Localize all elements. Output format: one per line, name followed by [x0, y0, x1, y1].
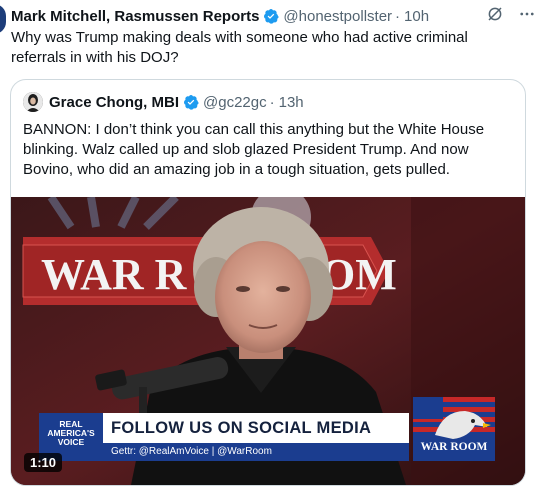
- war-room-badge-text: WAR ROOM: [420, 441, 488, 453]
- quoted-handle[interactable]: @gc22gc: [203, 94, 267, 111]
- video-player[interactable]: WAR R OM REAL AMERICA'S VOICE FOLLOW US …: [11, 197, 525, 485]
- backdrop-sign-text: WAR R: [41, 250, 188, 299]
- lower-third-subline: Gettr: @RealAmVoice | @WarRoom: [111, 446, 272, 457]
- video-duration: 1:10: [24, 453, 63, 472]
- quoted-text: BANNON: I don’t think you can call this …: [23, 121, 485, 178]
- more-icon[interactable]: [518, 5, 536, 27]
- author-avatar[interactable]: [0, 4, 6, 34]
- quoted-author-name[interactable]: Grace Chong, MBI: [49, 94, 179, 111]
- verified-badge-icon: [263, 8, 280, 24]
- tweet-timestamp[interactable]: 10h: [404, 8, 429, 25]
- grok-icon[interactable]: [486, 5, 504, 27]
- subline-bar: Gettr: @RealAmVoice | @WarRoom: [103, 443, 409, 461]
- lower-third: REAL AMERICA'S VOICE FOLLOW US ON SOCIAL…: [39, 397, 505, 461]
- quoted-avatar[interactable]: [23, 92, 43, 112]
- tweet-header: Mark Mitchell, Rasmussen Reports @honest…: [11, 6, 536, 26]
- channel-logo-text: REAL AMERICA'S VOICE: [47, 419, 95, 447]
- author-handle[interactable]: @honestpollster: [283, 8, 392, 25]
- quoted-timestamp[interactable]: 13h: [279, 94, 304, 111]
- tweet-text: Why was Trump making deals with someone …: [11, 29, 468, 66]
- separator-dot: ·: [395, 7, 401, 25]
- quoted-tweet[interactable]: Grace Chong, MBI @gc22gc · 13h BANNON: I…: [10, 79, 526, 486]
- lower-third-headline: FOLLOW US ON SOCIAL MEDIA: [111, 419, 372, 437]
- header-actions: [486, 5, 536, 27]
- verified-badge-icon: [183, 94, 199, 110]
- quoted-header: Grace Chong, MBI @gc22gc · 13h: [23, 92, 304, 112]
- author-name[interactable]: Mark Mitchell, Rasmussen Reports: [11, 8, 259, 25]
- war-room-badge: WAR ROOM: [413, 397, 495, 461]
- separator-dot: ·: [269, 93, 275, 111]
- headline-bar: FOLLOW US ON SOCIAL MEDIA: [103, 413, 409, 443]
